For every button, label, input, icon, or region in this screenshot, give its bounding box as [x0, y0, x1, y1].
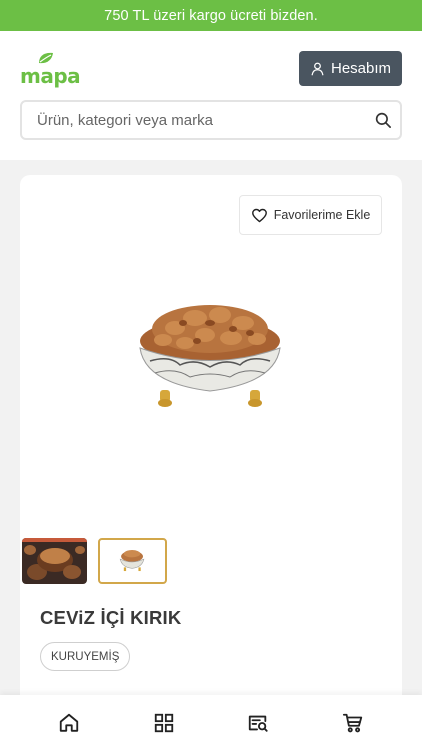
user-icon — [311, 62, 324, 76]
product-image[interactable] — [135, 293, 285, 418]
account-label: Hesabım — [330, 60, 392, 77]
grid-icon — [154, 713, 173, 732]
product-card: Favorilerime Ekle CEViZ İÇİ KIRIK KURUYE… — [20, 175, 402, 715]
account-button[interactable]: Hesabım — [299, 51, 402, 86]
bottom-nav — [0, 695, 422, 750]
thumbnail-2[interactable] — [98, 538, 167, 584]
favorite-label: Favorilerime Ekle — [273, 208, 371, 222]
search-list-icon — [249, 715, 268, 732]
thumbnail-1[interactable] — [22, 538, 87, 584]
nav-search[interactable] — [238, 703, 278, 743]
header: mapa Hesabım — [0, 31, 422, 160]
heart-icon — [251, 208, 267, 222]
cart-icon — [342, 713, 362, 732]
logo-text: mapa — [20, 64, 81, 88]
search-icon[interactable] — [374, 111, 392, 129]
product-title: CEViZ İÇİ KIRIK — [40, 607, 182, 628]
leaf-icon — [39, 52, 53, 64]
nav-cart[interactable] — [333, 703, 373, 743]
logo[interactable]: mapa — [20, 51, 81, 91]
nav-home[interactable] — [49, 703, 89, 743]
category-tag[interactable]: KURUYEMİŞ — [40, 642, 131, 671]
home-icon — [60, 713, 79, 732]
promo-banner: 750 TL üzeri kargo ücreti bizden. — [0, 0, 422, 31]
add-to-favorites-button[interactable]: Favorilerime Ekle — [239, 195, 382, 235]
search-input[interactable] — [37, 111, 374, 129]
promo-text: 750 TL üzeri kargo ücreti bizden. — [104, 7, 318, 24]
nav-categories[interactable] — [144, 703, 184, 743]
search-bar — [20, 100, 402, 140]
